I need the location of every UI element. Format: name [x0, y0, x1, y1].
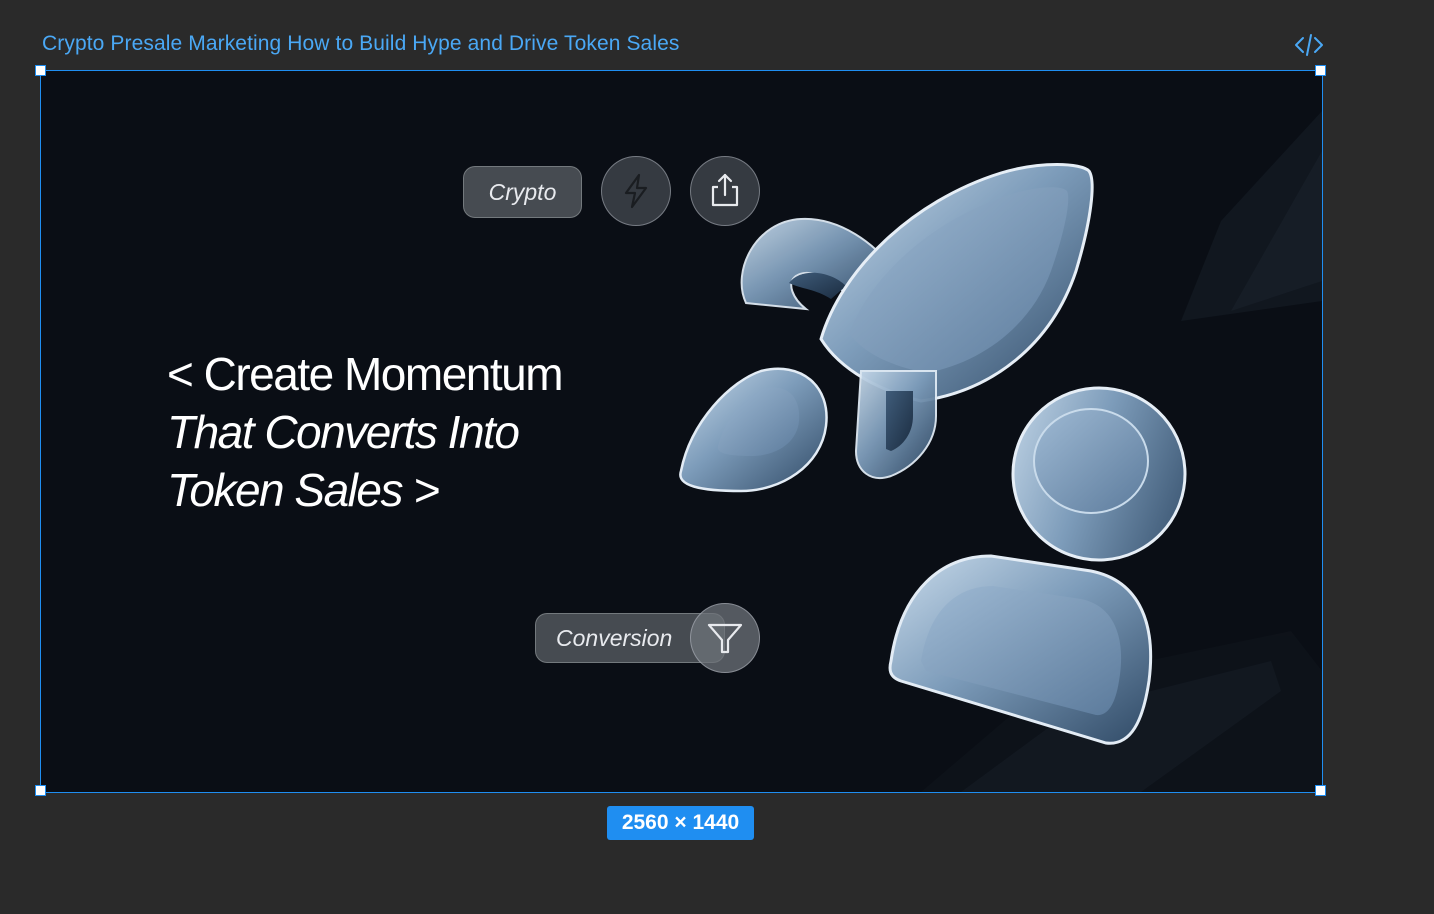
lightning-button[interactable]: [601, 156, 671, 226]
headline-line-3: Token Sales >: [167, 464, 440, 516]
code-brackets-icon[interactable]: [1294, 32, 1324, 58]
filter-button[interactable]: [690, 603, 760, 673]
frame-title[interactable]: Crypto Presale Marketing How to Build Hy…: [42, 32, 679, 56]
share-button[interactable]: [690, 156, 760, 226]
drop-illustration: [679, 367, 828, 493]
crypto-tag-label: Crypto: [488, 178, 557, 205]
artboard-frame[interactable]: < Create Momentum That Converts Into Tok…: [41, 71, 1322, 792]
arch-block-illustration: [888, 554, 1153, 745]
lightning-icon: [624, 173, 648, 209]
resize-handle-bottom-right[interactable]: [1315, 785, 1326, 796]
coin-illustration: [1011, 386, 1187, 562]
resize-handle-bottom-left[interactable]: [35, 785, 46, 796]
funnel-filter-icon: [707, 623, 743, 654]
crypto-tag[interactable]: Crypto: [463, 166, 582, 218]
dimensions-badge: 2560 × 1440: [607, 806, 754, 840]
conversion-tag-label: Conversion: [556, 624, 673, 651]
headline-line-2: That Converts Into: [167, 406, 520, 458]
resize-handle-top-left[interactable]: [35, 65, 46, 76]
headline: < Create Momentum That Converts Into Tok…: [167, 345, 564, 519]
headline-line-1: < Create Momentum: [167, 348, 564, 400]
share-upload-icon: [711, 173, 739, 207]
resize-handle-top-right[interactable]: [1315, 65, 1326, 76]
